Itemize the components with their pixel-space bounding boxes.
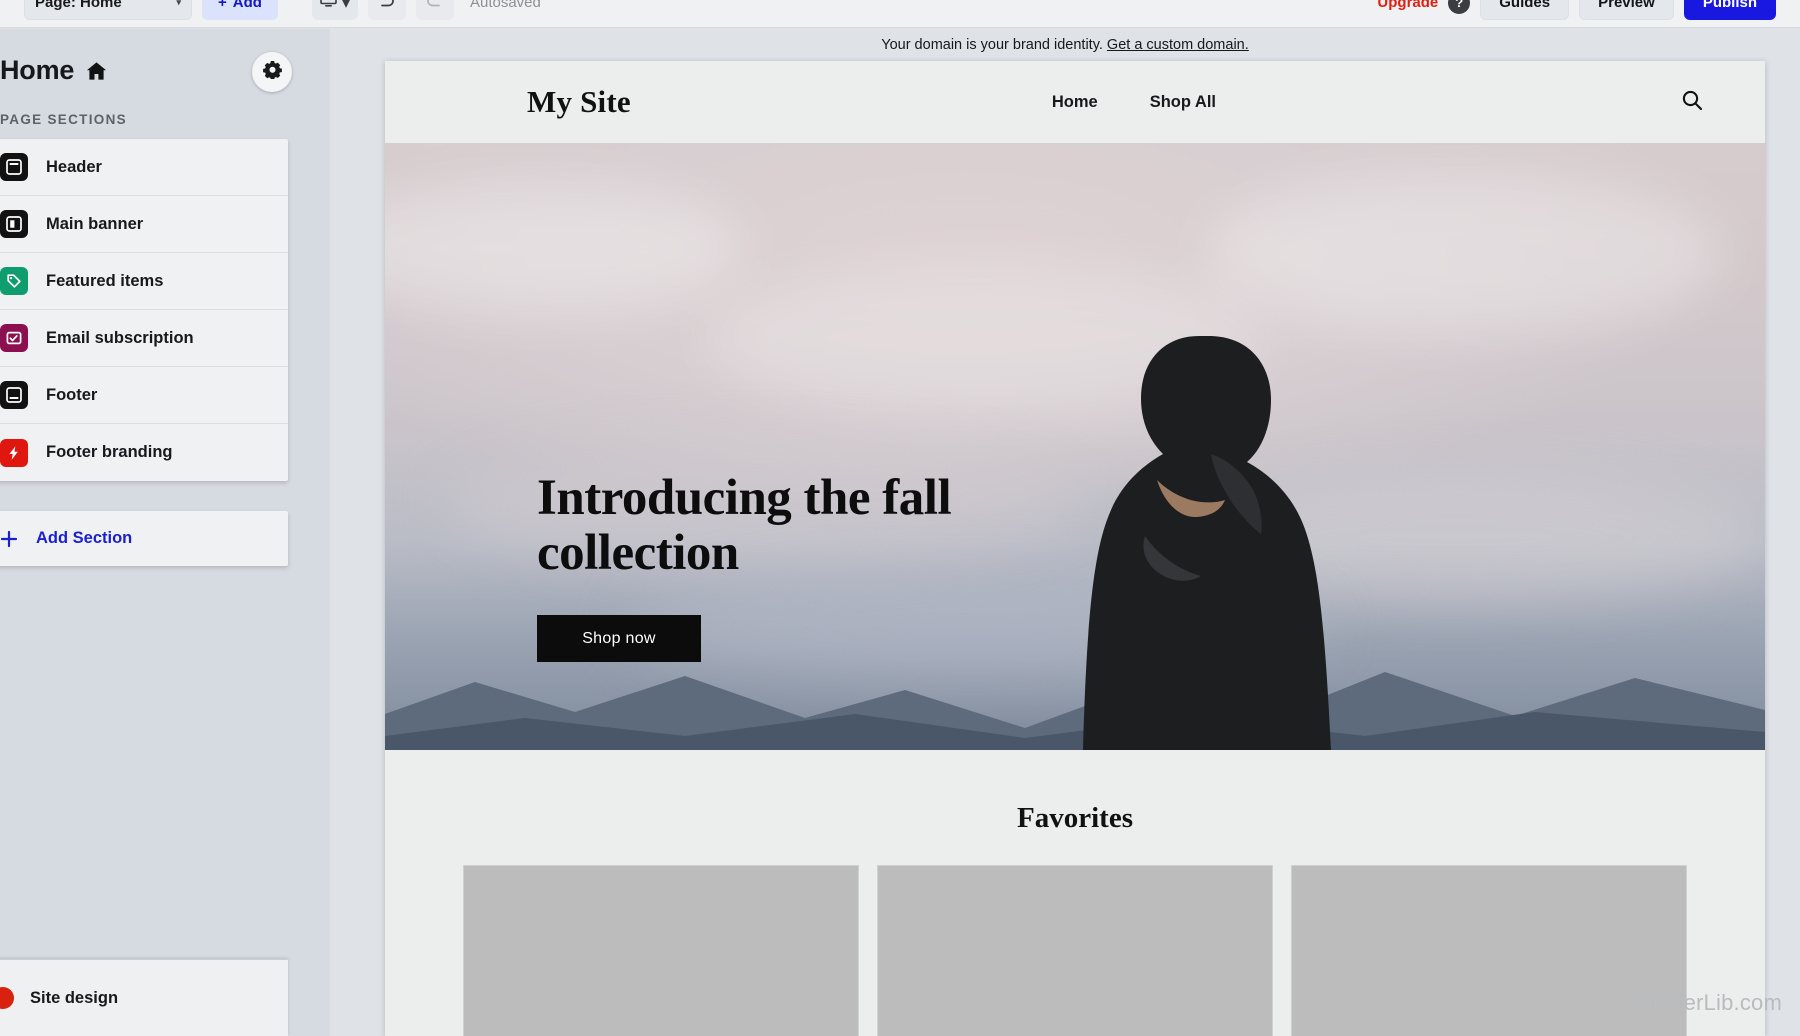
undo-button[interactable] [367, 0, 406, 20]
page-selector-label: Page: Home [35, 0, 122, 11]
favorites-title: Favorites [1017, 802, 1133, 834]
plus-icon: + [218, 0, 227, 11]
chevron-down-icon: ▾ [341, 0, 350, 12]
hero-photo-figure [1083, 336, 1332, 750]
autosaved-status: Autosaved [469, 0, 541, 11]
lightning-bolt-icon [0, 438, 28, 467]
site-nav: Home Shop All [591, 93, 1677, 112]
sidebar-item-header[interactable]: Header [0, 139, 288, 196]
sidebar-item-label: Main banner [46, 214, 144, 233]
nav-link-home[interactable]: Home [1052, 93, 1098, 112]
search-button[interactable] [1677, 87, 1707, 117]
page-selector[interactable]: Page: Home ▾ [24, 0, 192, 20]
preview-canvas: Your domain is your brand identity. Get … [330, 29, 1800, 1036]
product-card[interactable] [877, 865, 1273, 1036]
banner-layout-icon [0, 210, 28, 238]
chevron-down-icon: ▾ [176, 0, 181, 7]
plus-icon [0, 530, 20, 548]
device-preview-selector[interactable]: ▾ [311, 0, 358, 20]
get-custom-domain-link[interactable]: Get a custom domain. [1107, 37, 1249, 53]
nav-link-shop-all[interactable]: Shop All [1150, 93, 1216, 112]
sidebar-item-featured-items[interactable]: Featured items [0, 253, 288, 310]
redo-icon [426, 0, 443, 13]
tag-icon [0, 267, 28, 295]
cloud-decoration [1205, 173, 1725, 333]
redo-button[interactable] [415, 0, 454, 20]
add-button[interactable]: + Add [202, 0, 278, 20]
sidebar-item-main-banner[interactable]: Main banner [0, 196, 288, 253]
hero-title: Introducing the fall collection [537, 469, 952, 581]
page-sections-list: Header Main banner Featured items Email … [0, 139, 288, 481]
add-section-label: Add Section [36, 529, 133, 547]
favorites-grid [385, 835, 1765, 1036]
site-header[interactable]: My Site Home Shop All [385, 61, 1765, 143]
header-layout-icon [0, 153, 28, 181]
search-icon [1680, 88, 1704, 117]
add-button-label: Add [232, 0, 262, 11]
hero-copy: Introducing the fall collection Shop now [537, 469, 967, 662]
upgrade-link[interactable]: Upgrade [1377, 0, 1438, 11]
sidebar-header: Home [0, 29, 330, 94]
add-section-button[interactable]: Add Section [0, 511, 288, 566]
add-section-panel: Add Section [0, 511, 288, 566]
top-toolbar: Page: Home ▾ + Add ▾ Autosaved Upgrade ?… [0, 0, 1800, 28]
preview-button[interactable]: Preview [1579, 0, 1674, 20]
gear-icon [262, 60, 282, 84]
domain-banner-text: Your domain is your brand identity. [881, 37, 1103, 53]
page-title: Home [0, 55, 75, 85]
product-card[interactable] [463, 865, 859, 1036]
left-sidebar: Home PAGE SECTIONS Header Main banner Fe… [0, 29, 330, 1036]
cloud-decoration [385, 183, 745, 313]
sidebar-item-label: Featured items [46, 271, 164, 290]
envelope-check-icon [0, 324, 28, 352]
undo-icon [378, 0, 395, 13]
product-card[interactable] [1291, 865, 1687, 1036]
footer-layout-icon [0, 381, 28, 409]
site-design-button[interactable]: Site design [0, 960, 288, 1036]
sidebar-item-label: Footer [46, 385, 98, 404]
sidebar-item-label: Email subscription [46, 328, 194, 347]
featured-items-section[interactable]: Favorites [385, 750, 1765, 1036]
palette-icon [0, 987, 14, 1009]
help-icon[interactable]: ? [1448, 0, 1471, 14]
shop-now-button[interactable]: Shop now [537, 615, 701, 662]
sidebar-item-footer[interactable]: Footer [0, 367, 288, 424]
sidebar-item-label: Header [46, 157, 102, 176]
publish-button[interactable]: Publish [1683, 0, 1776, 20]
site-design-label: Site design [30, 988, 119, 1007]
sidebar-footer: Site design [0, 959, 288, 1036]
site-builder-app: Page: Home ▾ + Add ▾ Autosaved Upgrade ?… [0, 0, 1800, 1036]
domain-banner: Your domain is your brand identity. Get … [330, 29, 1800, 61]
sidebar-item-footer-branding[interactable]: Footer branding [0, 424, 288, 481]
sections-header-label: PAGE SECTIONS [0, 112, 127, 127]
page-settings-button[interactable] [252, 52, 292, 92]
site-preview-frame: My Site Home Shop All Introducing the fa… [385, 61, 1765, 1036]
desktop-icon [320, 0, 337, 12]
sidebar-item-label: Footer branding [46, 443, 173, 461]
sidebar-item-email-subscription[interactable]: Email subscription [0, 310, 288, 367]
guides-button[interactable]: Guides [1480, 0, 1570, 20]
main-banner-section[interactable]: Introducing the fall collection Shop now [385, 143, 1765, 750]
home-icon [86, 61, 107, 81]
